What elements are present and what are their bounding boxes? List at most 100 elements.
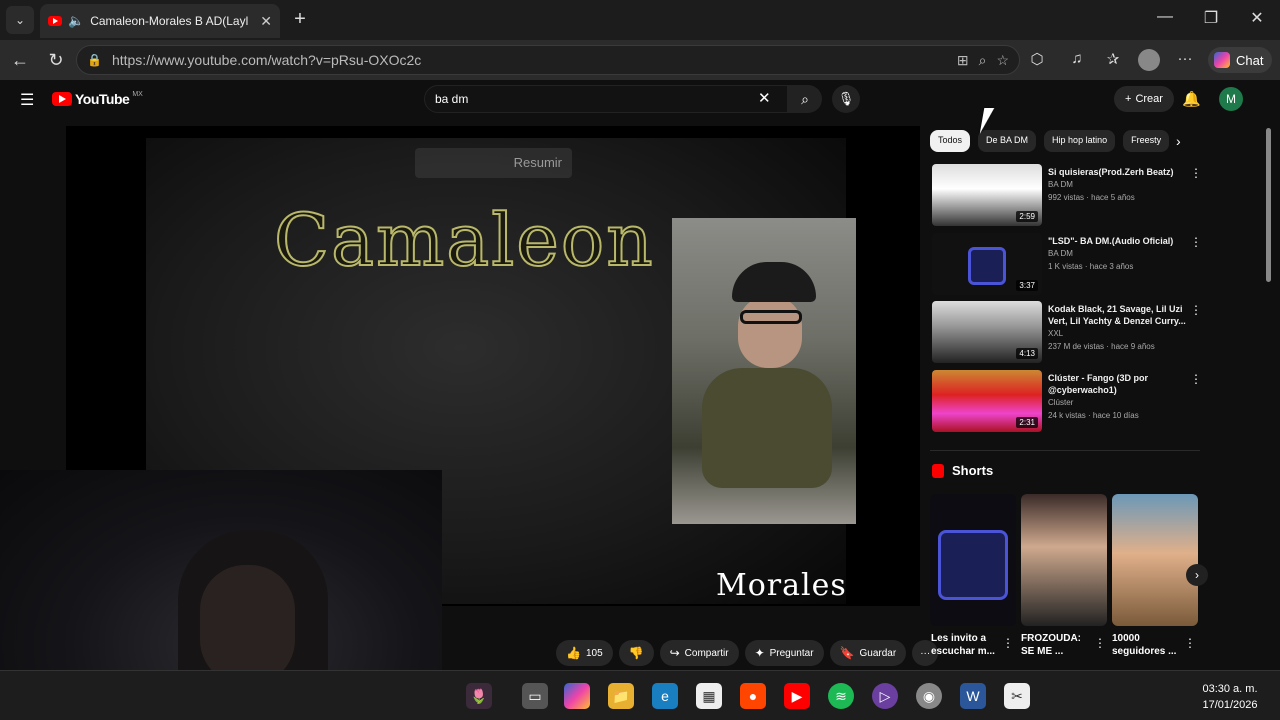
kebab-menu-icon[interactable]: ⋮ — [1094, 636, 1106, 650]
shorts-heading: Shorts — [932, 463, 993, 478]
recommendation-channel[interactable]: XXL — [1048, 327, 1186, 340]
favorite-star-icon[interactable]: ☆ — [996, 52, 1009, 69]
short-thumbnail[interactable] — [930, 494, 1016, 626]
recommendation-channel[interactable]: Clúster — [1048, 396, 1186, 409]
media-player-icon[interactable]: ▷ — [872, 683, 898, 709]
widgets-flowers-icon[interactable]: 🌷 — [466, 683, 492, 709]
summarize-button[interactable]: Resumir — [415, 148, 572, 178]
youtube-logo[interactable]: YouTube MX — [52, 91, 143, 107]
recommendation-title[interactable]: Clúster - Fango (3D por @cyberwacho1) — [1048, 372, 1186, 396]
ask-button[interactable]: ✦ Preguntar — [744, 640, 824, 666]
notifications-bell-icon[interactable]: 🔔 — [1182, 90, 1201, 108]
shorts-next-icon[interactable]: › — [1186, 564, 1208, 586]
new-tab-button[interactable]: + — [288, 8, 312, 32]
search-button[interactable]: ⌕ — [788, 85, 822, 113]
video-thumbnail[interactable]: 4:13 — [932, 301, 1042, 363]
recommendation-item[interactable]: 2:31 Clúster - Fango (3D por @cyberwacho… — [930, 370, 1202, 434]
dislike-button[interactable]: 👎 — [618, 640, 654, 666]
tab-actions-menu-button[interactable]: ⌄ — [6, 6, 34, 34]
kebab-menu-icon[interactable]: ⋮ — [1190, 235, 1202, 249]
capcut-icon[interactable]: ✂ — [1004, 683, 1030, 709]
video-thumbnail[interactable]: 2:59 — [932, 164, 1042, 226]
recommendation-stats: 237 M de vistas · hace 9 años — [1048, 342, 1155, 351]
copilot-chat-button[interactable]: Chat — [1208, 47, 1272, 73]
app-available-icon[interactable]: ⊞ — [957, 52, 969, 69]
recommendation-channel[interactable]: BA DM — [1048, 178, 1186, 191]
like-button[interactable]: 👍 105 — [556, 640, 613, 666]
youtube-favicon-icon — [48, 16, 62, 26]
spotify-icon[interactable]: ≋ — [828, 683, 854, 709]
speaker-icon[interactable]: 🔈 — [68, 13, 84, 29]
short-title[interactable]: Les invito a escuchar m... — [931, 632, 1001, 658]
recommendation-item[interactable]: 3:37 "LSD"- BA DM.(Audio Oficial) BA DM … — [930, 233, 1202, 297]
word-icon[interactable]: W — [960, 683, 986, 709]
thumbs-up-icon: 👍 — [566, 646, 581, 660]
short-thumbnail[interactable] — [1021, 494, 1107, 626]
recommendation-title[interactable]: Kodak Black, 21 Savage, Lil Uzi Vert, Li… — [1048, 303, 1186, 327]
video-thumbnail[interactable]: 3:37 — [932, 233, 1042, 295]
user-avatar[interactable]: M — [1219, 87, 1243, 111]
profile-avatar[interactable] — [1138, 49, 1160, 71]
kebab-menu-icon[interactable]: ⋮ — [1190, 372, 1202, 386]
zoom-icon[interactable]: ⌕ — [979, 52, 987, 69]
tab-close-icon[interactable]: ✕ — [260, 13, 272, 30]
short-title[interactable]: FROZOUDA: SE ME ... — [1021, 632, 1091, 658]
chip-freestyle[interactable]: Freesty — [1123, 130, 1170, 152]
save-label: Guardar — [859, 647, 897, 659]
recommendation-item[interactable]: 4:13 Kodak Black, 21 Savage, Lil Uzi Ver… — [930, 301, 1202, 365]
obs-icon[interactable]: ◉ — [916, 683, 942, 709]
chip-todos[interactable]: Todos — [930, 130, 971, 152]
minimize-button[interactable]: — — [1150, 8, 1180, 26]
chip-scroll-right-icon[interactable]: › — [1176, 133, 1181, 149]
more-menu-icon[interactable]: ··· — [1174, 50, 1196, 70]
shorts-heading-label: Shorts — [952, 463, 994, 478]
browser-essentials-icon[interactable]: ♫ — [1066, 50, 1088, 70]
url-path: /watch?v=pRsu-OXOc2c — [267, 52, 422, 68]
edge-browser-icon[interactable]: e — [652, 683, 678, 709]
hamburger-menu-icon[interactable]: ☰ — [20, 90, 34, 110]
short-title[interactable]: 10000 seguidores ... — [1112, 632, 1182, 658]
extensions-icon[interactable]: ⬡ — [1026, 50, 1048, 70]
favorites-icon[interactable]: ✰ — [1102, 50, 1124, 70]
file-explorer-icon[interactable]: 📁 — [608, 683, 634, 709]
site-info-icon[interactable]: 🔒 — [87, 53, 102, 67]
taskbar-clock[interactable]: 03:30 a. m. 17/01/2026 — [1190, 681, 1270, 713]
url-host: https://www.youtube.com — [111, 52, 268, 68]
youtube-wordmark: YouTube — [75, 91, 130, 107]
bookmark-icon: 🔖 — [839, 646, 855, 660]
kebab-menu-icon[interactable]: ⋮ — [1002, 636, 1014, 650]
kebab-menu-icon[interactable]: ⋮ — [1184, 636, 1196, 650]
recommendation-title[interactable]: "LSD"- BA DM.(Audio Oficial) — [1048, 235, 1186, 247]
address-bar[interactable]: 🔒 https://www.youtube.com/watch?v=pRsu-O… — [76, 45, 1020, 75]
recommendation-item[interactable]: 2:59 Si quisieras(Prod.Zerh Beatz) BA DM… — [930, 164, 1202, 228]
back-button[interactable]: ← — [8, 49, 32, 71]
video-overlay-title: Camaleon — [273, 197, 655, 283]
reload-button[interactable]: ↻ — [44, 49, 68, 71]
browser-tab-active[interactable]: 🔈 Camaleon-Morales B AD(Layl ✕ — [40, 4, 280, 38]
recommendation-title[interactable]: Si quisieras(Prod.Zerh Beatz) — [1048, 166, 1186, 178]
microsoft-store-icon[interactable]: ▦ — [696, 683, 722, 709]
tab-title: Camaleon-Morales B AD(Layl — [90, 14, 249, 28]
youtube-app-icon[interactable]: ▶ — [784, 683, 810, 709]
share-button[interactable]: ↪ Compartir — [659, 640, 739, 666]
video-artist-photo — [672, 218, 856, 524]
clear-search-icon[interactable]: ✕ — [758, 89, 771, 107]
kebab-menu-icon[interactable]: ⋮ — [1190, 166, 1202, 180]
kebab-menu-icon[interactable]: ⋮ — [1190, 303, 1202, 317]
short-thumbnail[interactable] — [1112, 494, 1198, 626]
chip-hip-hop-latino[interactable]: Hip hop latino — [1044, 130, 1116, 152]
close-window-button[interactable]: ✕ — [1242, 8, 1272, 28]
voice-search-icon[interactable]: 🎙 — [832, 85, 860, 113]
photo-body — [702, 368, 832, 488]
restore-button[interactable]: ❐ — [1196, 8, 1226, 28]
copilot-app-icon[interactable] — [564, 683, 590, 709]
page-scrollbar[interactable] — [1266, 128, 1271, 282]
task-view-icon[interactable]: ▭ — [522, 683, 548, 709]
video-thumbnail[interactable]: 2:31 — [932, 370, 1042, 432]
reddit-icon[interactable]: ● — [740, 683, 766, 709]
search-input[interactable]: ba dm — [424, 85, 788, 113]
save-button[interactable]: 🔖 Guardar — [829, 640, 907, 666]
video-duration: 3:37 — [1016, 280, 1038, 291]
create-button[interactable]: + Crear — [1114, 86, 1174, 112]
recommendation-channel[interactable]: BA DM — [1048, 247, 1186, 260]
